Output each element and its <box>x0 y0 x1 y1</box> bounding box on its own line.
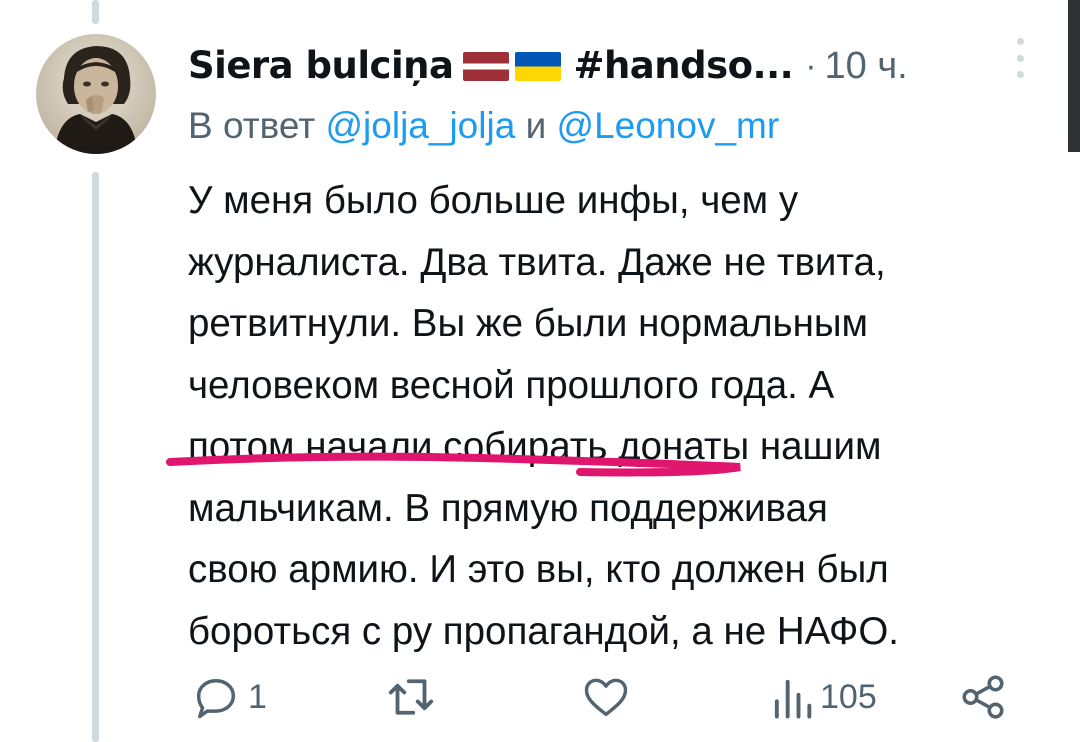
views-count: 105 <box>820 677 877 716</box>
thread-line-bottom <box>92 172 99 742</box>
reply-button[interactable]: 1 <box>190 664 267 730</box>
tweet-text-line: ретвитнули. Вы же были нормальным <box>188 302 868 345</box>
tweet-header: Siera bulciņa #handso... · 10 ч. <box>188 40 908 92</box>
retweet-icon <box>388 679 434 715</box>
tweet-text-line: бороться с ру пропагандой, а не НАФО. <box>188 609 899 653</box>
views-icon <box>774 679 812 719</box>
tweet-text-line: потом начали собирать донаты нашим <box>188 425 882 468</box>
tweet-text-line: свою армию. И это вы, кто должен был <box>188 548 889 591</box>
share-button[interactable] <box>958 664 1008 730</box>
reply-prefix: В ответ <box>188 105 316 146</box>
post-time[interactable]: 10 ч. <box>825 40 908 92</box>
reply-context: В ответ @jolja_jolja и @Leonov_mr <box>188 100 779 152</box>
tweet-text-line: У меня было больше инфы, чем у <box>188 179 799 222</box>
views-button[interactable]: 105 <box>770 664 877 730</box>
heart-icon <box>584 678 628 717</box>
reply-count: 1 <box>248 677 267 716</box>
share-icon <box>962 675 1004 719</box>
tweet-text-line: человеком весной прошлого года. А <box>188 363 835 407</box>
menu-dot <box>1016 71 1024 78</box>
tweet-text: У меня было больше инфы, чем у журналист… <box>188 170 1048 662</box>
like-button[interactable] <box>580 664 638 730</box>
menu-dot <box>1016 54 1024 62</box>
more-vertical-icon[interactable] <box>1006 38 1034 78</box>
reply-conjunction: и <box>525 105 547 146</box>
adjacent-edge <box>1068 0 1080 152</box>
latvia-flag-icon <box>463 51 510 81</box>
menu-dot <box>1016 38 1024 45</box>
tweet-text-line: журналиста. Два твита. Даже не твита, <box>188 240 886 284</box>
thread-line-top <box>92 0 99 24</box>
retweet-button[interactable] <box>384 664 444 730</box>
action-bar: 1 105 <box>0 664 1080 734</box>
mention-leonov[interactable]: @Leonov_mr <box>557 105 780 146</box>
avatar[interactable] <box>36 34 156 154</box>
name-hashtag: #handso... <box>573 44 794 87</box>
time-separator: · <box>805 47 817 85</box>
reply-icon <box>196 679 236 719</box>
display-name[interactable]: Siera bulciņa <box>188 40 454 92</box>
ukraine-flag-icon <box>515 51 562 81</box>
mention-jolja[interactable]: @jolja_jolja <box>326 105 516 146</box>
tweet-text-line: мальчикам. В прямую поддерживая <box>188 486 828 530</box>
